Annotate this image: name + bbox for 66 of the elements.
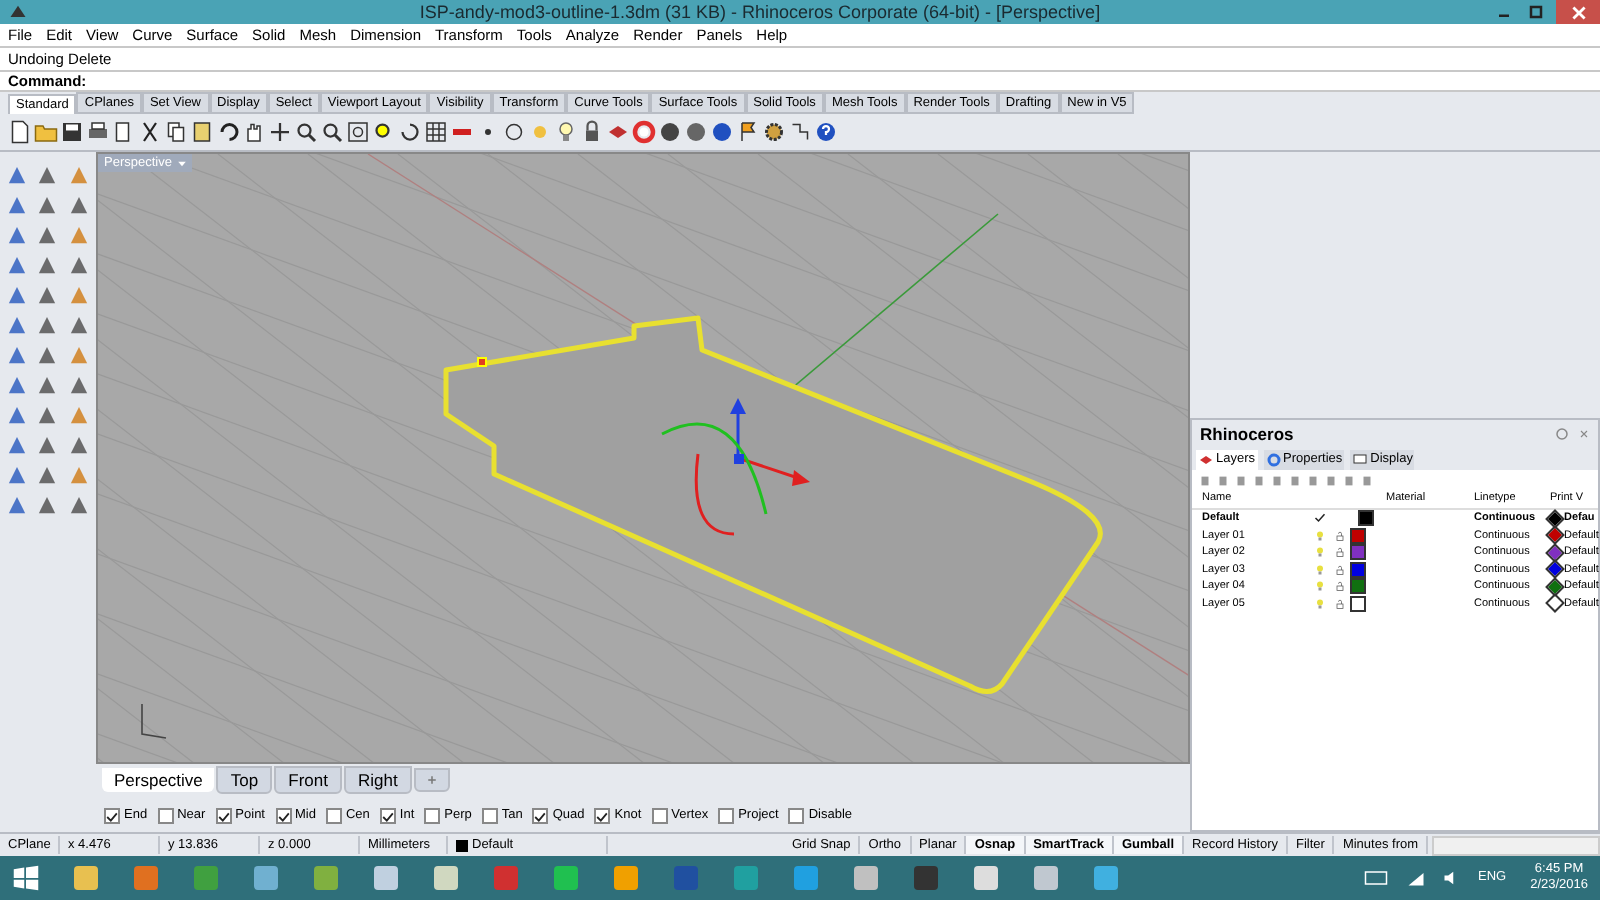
lock-icon[interactable] xyxy=(1334,546,1346,559)
hand-icon[interactable] xyxy=(242,120,266,144)
dropdown-icon xyxy=(175,157,188,169)
viewport-tab[interactable]: Right xyxy=(343,766,412,794)
windows-logo-icon[interactable] xyxy=(12,864,40,892)
bulb-icon[interactable] xyxy=(1314,597,1326,610)
app-icon[interactable] xyxy=(910,862,942,894)
lock-icon[interactable] xyxy=(580,120,604,144)
color-wheel-icon xyxy=(1265,451,1282,467)
control-point[interactable] xyxy=(477,357,487,367)
sphere-icon[interactable] xyxy=(658,120,682,144)
move-icon[interactable] xyxy=(268,120,292,144)
viewport-tab[interactable]: Perspective xyxy=(102,768,215,792)
layer-color-swatch[interactable] xyxy=(1350,527,1366,544)
window-title: ISP-andy-mod3-outline-1.3dm (31 KB) - Rhinoceros Corporate (64-bit) - [Perspective] xyxy=(417,0,1103,24)
bulb-icon[interactable] xyxy=(1314,529,1326,542)
layer-color-swatch[interactable] xyxy=(1350,561,1366,578)
close-icon xyxy=(1571,5,1585,19)
undo-icon[interactable] xyxy=(216,120,240,144)
zoom-window-icon[interactable] xyxy=(320,120,344,144)
close-icon[interactable] xyxy=(1578,428,1590,440)
zoom-icon[interactable] xyxy=(294,120,318,144)
bulb-icon[interactable] xyxy=(554,120,578,144)
bulb-icon[interactable] xyxy=(1314,546,1326,559)
gear-icon[interactable] xyxy=(762,120,786,144)
zoom-extents-icon[interactable] xyxy=(346,120,370,144)
clipboard-icon[interactable] xyxy=(190,120,214,144)
viewport-tab[interactable]: Front xyxy=(274,766,342,794)
color-wheel-icon[interactable] xyxy=(632,120,656,144)
layers-icon xyxy=(1198,451,1214,467)
layers-icon[interactable] xyxy=(606,120,630,144)
plus-icon xyxy=(425,774,438,786)
axis-indicator-icon xyxy=(141,703,167,739)
viewport-tab[interactable]: Top xyxy=(216,766,273,794)
monitor-icon xyxy=(1352,451,1369,467)
lock-icon[interactable] xyxy=(1334,580,1346,593)
app-icon[interactable] xyxy=(1090,862,1122,894)
flag-icon[interactable] xyxy=(736,120,760,144)
nodes-icon[interactable] xyxy=(788,120,812,144)
app-icon[interactable] xyxy=(370,862,402,894)
add-tab-button[interactable] xyxy=(413,768,450,792)
lock-icon[interactable] xyxy=(1334,563,1346,576)
network-icon[interactable] xyxy=(1405,868,1426,888)
keyboard-icon[interactable] xyxy=(1361,866,1390,890)
close-button[interactable] xyxy=(1556,0,1600,24)
layer-color-swatch[interactable] xyxy=(1350,544,1366,561)
lock-icon[interactable] xyxy=(1334,529,1346,542)
bulb-icon[interactable] xyxy=(1314,563,1326,576)
scrollbar[interactable] xyxy=(1432,835,1600,855)
save-icon[interactable] xyxy=(60,120,84,144)
layer-color-swatch[interactable] xyxy=(1358,510,1374,527)
app-icon[interactable] xyxy=(850,862,882,894)
rotate-icon[interactable] xyxy=(398,120,422,144)
bulb-icon[interactable] xyxy=(1314,580,1326,593)
new-file-icon[interactable] xyxy=(8,120,32,144)
restore-icon[interactable] xyxy=(1524,2,1548,22)
layer-color-swatch[interactable] xyxy=(1350,595,1366,612)
layer-color-swatch[interactable] xyxy=(1350,578,1366,595)
cut-icon[interactable] xyxy=(138,120,162,144)
lock-icon[interactable] xyxy=(1334,597,1346,610)
panel-title: Rhinoceros xyxy=(1200,421,1296,447)
sphere-icon[interactable] xyxy=(710,120,734,144)
printer-icon[interactable] xyxy=(86,120,110,144)
sphere-icon[interactable] xyxy=(684,120,708,144)
app-icon[interactable] xyxy=(250,862,282,894)
zoom-selected-icon[interactable] xyxy=(372,120,396,144)
